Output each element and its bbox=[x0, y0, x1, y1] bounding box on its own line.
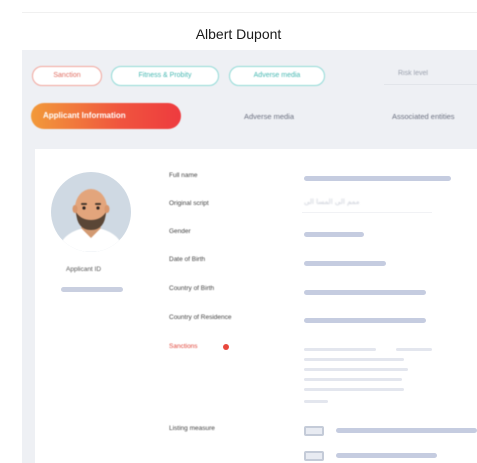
tab-applicant-information[interactable]: Applicant Information bbox=[31, 103, 181, 129]
original-script-underline bbox=[302, 212, 432, 213]
avatar bbox=[51, 172, 131, 252]
sanctions-detail-line bbox=[304, 388, 404, 391]
country-of-birth-value bbox=[304, 290, 426, 295]
sanctions-detail-line bbox=[304, 368, 408, 371]
tab-adverse-media[interactable]: Adverse media bbox=[244, 112, 294, 121]
country-of-residence-value bbox=[304, 318, 426, 323]
person-avatar-icon bbox=[57, 189, 125, 252]
page-title: Albert Dupont bbox=[195, 26, 282, 42]
flag-icon bbox=[304, 426, 324, 436]
flag-icon bbox=[304, 451, 324, 461]
sanctions-detail-line bbox=[304, 348, 376, 351]
date-of-birth-value bbox=[304, 261, 386, 266]
sanctions-detail-line bbox=[304, 378, 402, 381]
sanctions-detail-line bbox=[304, 358, 404, 361]
applicant-id-label: Applicant ID bbox=[66, 266, 102, 273]
listing-measure-value bbox=[336, 453, 437, 458]
listing-measure-value bbox=[336, 428, 477, 433]
date-of-birth-label: Date of Birth bbox=[169, 256, 206, 263]
top-divider bbox=[22, 12, 477, 13]
tab-associated-entities[interactable]: Associated entities bbox=[392, 112, 455, 121]
risk-level-label: Risk level bbox=[398, 70, 428, 77]
sanctions-detail-line bbox=[396, 348, 432, 351]
original-script-label: Original script bbox=[169, 200, 209, 207]
sanctions-detail-line bbox=[304, 400, 328, 403]
country-of-residence-label: Country of Residence bbox=[169, 314, 232, 321]
applicant-id-value bbox=[61, 287, 123, 292]
gender-label: Gender bbox=[169, 228, 191, 235]
original-script-value: ممم الى المسا الى bbox=[304, 198, 360, 206]
country-of-birth-label: Country of Birth bbox=[169, 285, 215, 292]
sanctions-label: Sanctions bbox=[169, 343, 198, 350]
listing-measure-label: Listing measure bbox=[169, 425, 215, 432]
risk-level-underline bbox=[384, 84, 477, 85]
filter-chip-fitness-probity[interactable]: Fitness & Probity bbox=[111, 66, 219, 86]
sanctions-alert-icon bbox=[223, 344, 229, 350]
full-name-value bbox=[304, 176, 451, 181]
filter-chip-sanction[interactable]: Sanction bbox=[32, 66, 102, 86]
filter-chip-adverse-media[interactable]: Adverse media bbox=[229, 66, 325, 86]
gender-value bbox=[304, 232, 364, 237]
full-name-label: Full name bbox=[169, 172, 198, 179]
